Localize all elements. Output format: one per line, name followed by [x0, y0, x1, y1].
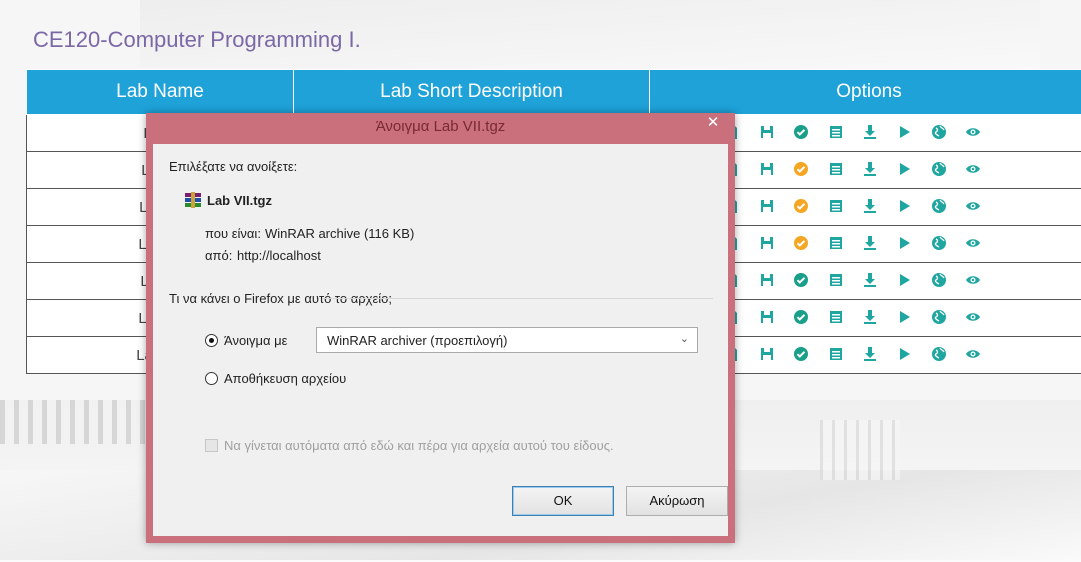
choose-label: Επιλέξατε να ανοίξετε: — [169, 159, 298, 174]
open-with-label[interactable]: Άνοιγμα με — [224, 333, 287, 348]
eye-icon[interactable] — [965, 309, 981, 325]
play-icon[interactable] — [896, 309, 912, 325]
eye-icon[interactable] — [965, 346, 981, 362]
list-icon[interactable] — [828, 272, 844, 288]
download-icon[interactable] — [862, 235, 878, 251]
save-icon[interactable] — [759, 272, 775, 288]
save-file-label[interactable]: Αποθήκευση αρχείου — [224, 371, 346, 386]
status-icon[interactable] — [793, 346, 809, 362]
list-icon[interactable] — [828, 309, 844, 325]
dialog-close-button[interactable]: ✕ — [697, 113, 729, 133]
save-icon[interactable] — [759, 161, 775, 177]
download-icon[interactable] — [862, 124, 878, 140]
file-name: Lab VII.tgz — [207, 193, 272, 208]
ok-button[interactable]: OK — [512, 486, 614, 516]
save-icon[interactable] — [759, 235, 775, 251]
eye-icon[interactable] — [965, 198, 981, 214]
save-icon[interactable] — [759, 198, 775, 214]
header-lab-name: Lab Name — [26, 69, 294, 115]
chevron-down-icon: ⌄ — [679, 333, 689, 345]
play-icon[interactable] — [896, 124, 912, 140]
save-icon[interactable] — [759, 124, 775, 140]
play-icon[interactable] — [896, 272, 912, 288]
open-with-select[interactable]: WinRAR archiver (προεπιλογή) ⌄ — [316, 327, 698, 353]
status-icon[interactable] — [793, 124, 809, 140]
globe-icon[interactable] — [931, 198, 947, 214]
course-title: CE120-Computer Programming I. — [33, 27, 361, 52]
save-icon[interactable] — [759, 309, 775, 325]
globe-icon[interactable] — [931, 346, 947, 362]
status-icon[interactable] — [793, 309, 809, 325]
play-icon[interactable] — [896, 198, 912, 214]
eye-icon[interactable] — [965, 272, 981, 288]
file-source-label: από: — [205, 248, 233, 263]
file-source-value: http://localhost — [237, 248, 321, 263]
dialog-body: Επιλέξατε να ανοίξετε: Lab VII.tgz που ε… — [153, 144, 728, 536]
status-icon[interactable] — [793, 161, 809, 177]
list-icon[interactable] — [828, 235, 844, 251]
download-icon[interactable] — [862, 346, 878, 362]
header-options: Options — [649, 69, 1081, 115]
file-type-label: που είναι: — [205, 226, 261, 241]
eye-icon[interactable] — [965, 161, 981, 177]
download-icon[interactable] — [862, 161, 878, 177]
header-lab-description: Lab Short Description — [293, 69, 650, 115]
list-icon[interactable] — [828, 161, 844, 177]
download-icon[interactable] — [862, 272, 878, 288]
save-icon[interactable] — [759, 346, 775, 362]
auto-label: Να γίνεται αυτόματα από εδώ και πέρα για… — [224, 438, 614, 453]
winrar-archive-icon — [185, 192, 201, 208]
fieldset-divider — [323, 298, 713, 299]
status-icon[interactable] — [793, 272, 809, 288]
dialog-title: Άνοιγμα Lab VII.tgz — [375, 118, 506, 135]
auto-checkbox[interactable] — [205, 439, 218, 452]
globe-icon[interactable] — [931, 161, 947, 177]
open-file-dialog: Άνοιγμα Lab VII.tgz ✕ Επιλέξατε να ανοίξ… — [146, 113, 735, 543]
cancel-button[interactable]: Ακύρωση — [626, 486, 728, 516]
play-icon[interactable] — [896, 235, 912, 251]
list-icon[interactable] — [828, 198, 844, 214]
download-icon[interactable] — [862, 198, 878, 214]
globe-icon[interactable] — [931, 124, 947, 140]
globe-icon[interactable] — [931, 309, 947, 325]
download-icon[interactable] — [862, 309, 878, 325]
status-icon[interactable] — [793, 235, 809, 251]
eye-icon[interactable] — [965, 124, 981, 140]
play-icon[interactable] — [896, 346, 912, 362]
status-icon[interactable] — [793, 198, 809, 214]
play-icon[interactable] — [896, 161, 912, 177]
save-file-radio[interactable] — [205, 372, 218, 385]
file-type-value: WinRAR archive (116 KB) — [265, 226, 415, 241]
open-with-select-value: WinRAR archiver (προεπιλογή) — [327, 333, 508, 348]
eye-icon[interactable] — [965, 235, 981, 251]
open-with-radio[interactable] — [205, 334, 218, 347]
list-icon[interactable] — [828, 124, 844, 140]
globe-icon[interactable] — [931, 272, 947, 288]
globe-icon[interactable] — [931, 235, 947, 251]
list-icon[interactable] — [828, 346, 844, 362]
